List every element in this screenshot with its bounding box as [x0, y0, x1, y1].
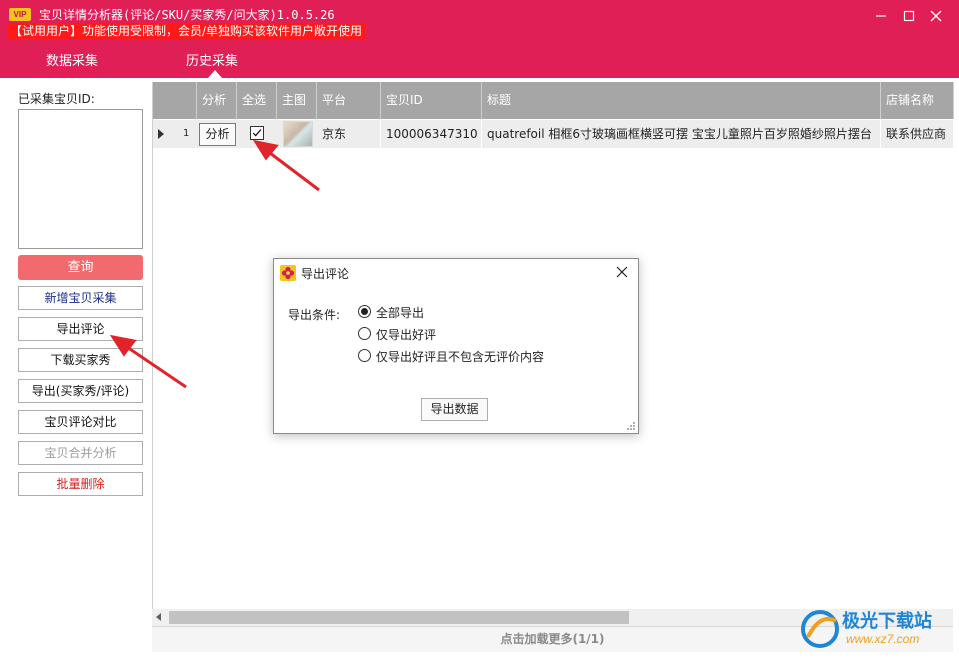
watermark-url: www.xz7.com: [846, 632, 920, 646]
cell-platform: 京东: [317, 120, 381, 148]
tab-history-collection[interactable]: 历史采集: [186, 50, 238, 69]
close-icon[interactable]: [929, 9, 943, 23]
vip-badge: VIP: [9, 8, 31, 21]
radio-export-all-label[interactable]: 全部导出: [376, 304, 424, 321]
compare-comments-button[interactable]: 宝贝评论对比: [18, 410, 143, 434]
minimize-icon[interactable]: [874, 9, 888, 23]
product-thumbnail[interactable]: [283, 121, 313, 147]
title-bar: VIP 宝贝详情分析器(评论/SKU/买家秀/问大家)1.0.5.26 【试用用…: [0, 0, 959, 78]
header-shop-name[interactable]: 店铺名称: [881, 82, 954, 119]
resize-grip-icon[interactable]: [626, 421, 636, 431]
scroll-left-icon[interactable]: [156, 613, 161, 621]
app-title: 宝贝详情分析器(评论/SKU/买家秀/问大家)1.0.5.26: [39, 8, 335, 22]
sidebar: 已采集宝贝ID: 查询 新增宝贝采集 导出评论 下载买家秀 导出(买家秀/评论)…: [0, 78, 152, 652]
batch-delete-button[interactable]: 批量删除: [18, 472, 143, 496]
header-title[interactable]: 标题: [482, 82, 881, 119]
row-checkbox[interactable]: [250, 126, 264, 140]
cell-item-id: 100006347310: [381, 120, 482, 148]
analyze-button[interactable]: 分析: [199, 123, 236, 146]
radio-positive-with-content[interactable]: [358, 349, 371, 362]
header-main-image[interactable]: 主图: [277, 82, 317, 119]
cell-title: quatrefoil 相框6寸玻璃画框横竖可摆 宝宝儿童照片百岁照婚纱照片摆台: [482, 120, 881, 148]
tab-data-collection[interactable]: 数据采集: [46, 50, 98, 69]
collected-id-label: 已采集宝贝ID:: [18, 92, 95, 106]
header-select-all[interactable]: 全选: [237, 82, 277, 119]
table-row[interactable]: 1 分析 京东 100006347310 quatrefoil 相框6寸玻璃画框…: [153, 120, 954, 148]
export-buyer-show-comments-button[interactable]: 导出(买家秀/评论): [18, 379, 143, 403]
merge-analysis-button: 宝贝合并分析: [18, 441, 143, 465]
table-header: 分析 全选 主图 平台 宝贝ID 标题 店铺名称: [153, 82, 954, 119]
header-platform[interactable]: 平台: [317, 82, 381, 119]
radio-positive-only-label[interactable]: 仅导出好评: [376, 326, 436, 343]
export-condition-label: 导出条件:: [288, 308, 341, 322]
flower-icon: [280, 265, 296, 281]
maximize-icon[interactable]: [902, 9, 916, 23]
header-row-indicator: [153, 82, 197, 119]
close-icon[interactable]: [616, 266, 628, 278]
cell-shop-name: 联系供应商: [881, 120, 954, 148]
active-tab-indicator: [208, 70, 222, 78]
dialog-title: 导出评论: [301, 267, 350, 281]
radio-positive-with-content-label[interactable]: 仅导出好评且不包含无评价内容: [376, 348, 544, 365]
query-button[interactable]: 查询: [18, 255, 143, 280]
export-comments-dialog: 导出评论 导出条件: 全部导出 仅导出好评 仅导出好评且不包含无评价内容 导出数…: [273, 258, 639, 434]
export-data-button[interactable]: 导出数据: [421, 398, 488, 421]
radio-positive-only[interactable]: [358, 327, 371, 340]
header-item-id[interactable]: 宝贝ID: [381, 82, 482, 119]
current-row-icon: [158, 129, 164, 139]
add-item-collection-button[interactable]: 新增宝贝采集: [18, 286, 143, 310]
header-analyze[interactable]: 分析: [197, 82, 237, 119]
download-buyer-show-button[interactable]: 下载买家秀: [18, 348, 143, 372]
collected-id-input[interactable]: [18, 109, 143, 249]
trial-notice: 【试用用户】功能使用受限制，会员/单独购买该软件用户敞开使用: [7, 23, 366, 39]
scrollbar-thumb[interactable]: [169, 611, 629, 624]
watermark-name: 极光下载站: [842, 611, 932, 632]
radio-export-all[interactable]: [358, 305, 371, 318]
export-comments-button[interactable]: 导出评论: [18, 317, 143, 341]
row-number: 1: [183, 128, 190, 139]
